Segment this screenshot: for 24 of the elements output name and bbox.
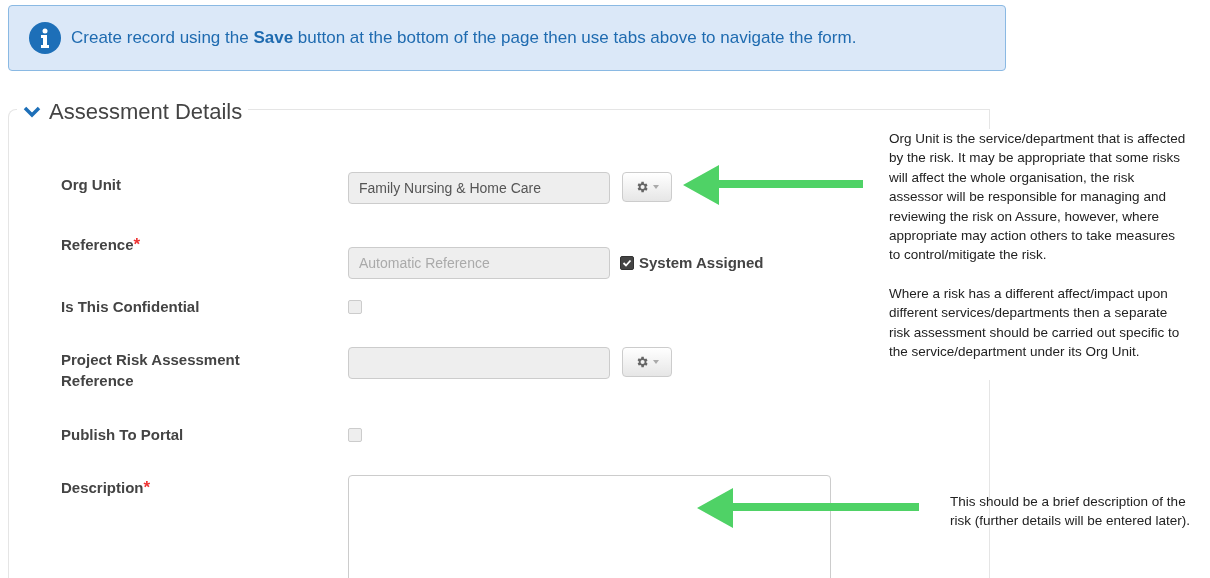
info-message: Create record using the Save button at the bottom of the page then use tabs above to navigate the form.: [71, 27, 857, 50]
field-label: Project Risk Assessment Reference: [61, 350, 241, 391]
field-label: Reference*: [61, 234, 142, 255]
field-label: Is This Confidential: [61, 297, 201, 317]
chevron-down-icon[interactable]: [23, 105, 41, 118]
field-label: Publish To Portal: [61, 425, 185, 445]
field-label: Org Unit: [61, 175, 122, 195]
select-field[interactable]: [348, 347, 610, 379]
section-title: Assessment Details: [49, 98, 243, 126]
info-icon: [29, 22, 61, 54]
checkbox-label: System Assigned: [639, 252, 764, 273]
checkbox[interactable]: [620, 256, 634, 270]
settings-icon: [635, 180, 649, 194]
settings-dropdown-button[interactable]: [622, 172, 672, 202]
check-icon: [622, 258, 632, 268]
annotation-note: This should be a brief description of the risk (further details will be entered later).: [950, 493, 1192, 531]
field-label: Description*: [61, 477, 152, 498]
settings-icon: [635, 355, 649, 369]
select-field[interactable]: Family Nursing & Home Care: [348, 172, 610, 204]
annotation-note: Org Unit is the service/department that is affected by the risk. It may be appropriate that some risks will affect the whole organisation, the risk assessor will be responsible for managing and reviewing the risk on Assure, however, where appropriate may action others to take measures to control/mitigate the risk.: [889, 130, 1187, 265]
settings-dropdown-button[interactable]: [622, 347, 672, 377]
caret-icon: [653, 185, 659, 189]
caret-icon: [653, 360, 659, 364]
annotation-note: Where a risk has a different affect/impact upon different services/departments then a separate risk assessment should be carried out specific to the service/department under its Org Unit.: [889, 284, 1181, 362]
